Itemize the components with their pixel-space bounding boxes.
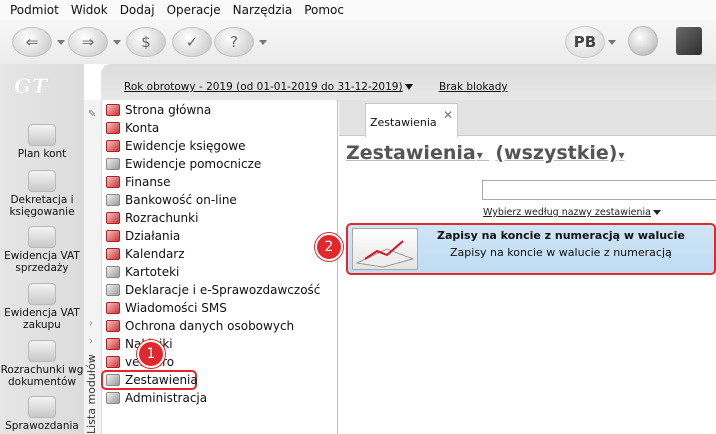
menu-operacje[interactable]: Operacje [161, 3, 227, 17]
globe-icon[interactable] [628, 26, 658, 56]
reports-list-icon [106, 374, 120, 386]
chevron-right-icon[interactable]: › [89, 354, 93, 365]
accounts-icon [106, 122, 120, 134]
label-icon [106, 338, 120, 350]
report-title: Zapisy na koncie z numeracją w walucie [437, 229, 685, 242]
report-thumbnail [352, 228, 418, 270]
module-wiadomosci-sms[interactable]: Wiadomości SMS [106, 299, 227, 317]
help-button[interactable]: ? [214, 26, 267, 58]
chart-of-accounts-icon [28, 124, 56, 146]
back-icon: ⇐ [12, 27, 52, 57]
module-dzialania[interactable]: Działania [106, 227, 180, 245]
menu-widok[interactable]: Widok [65, 3, 114, 17]
actions-icon [106, 230, 120, 242]
vat-sales-icon [28, 226, 56, 248]
lock-status-link[interactable]: Brak blokady [439, 81, 508, 93]
search-input[interactable] [482, 180, 716, 200]
pin-icon[interactable]: ✎ [88, 109, 96, 120]
chevron-down-icon: ▾ [618, 148, 625, 162]
user-caret-icon[interactable] [608, 40, 616, 45]
reports-icon [28, 396, 56, 418]
report-subtitle: Zapisy na koncie w walucie z numeracją [450, 246, 672, 259]
menu-bar: Podmiot Widok Dodaj Operacje Narzędzia P… [0, 0, 716, 20]
settlements-icon [106, 212, 120, 224]
finance-icon [106, 176, 120, 188]
menu-podmiot[interactable]: Podmiot [4, 3, 65, 17]
module-ewidencje-ksiegowe[interactable]: Ewidencje księgowe [106, 137, 246, 155]
posting-icon [28, 170, 56, 192]
module-ochrona-danych[interactable]: Ochrona danych osobowych [106, 317, 294, 335]
sms-icon [106, 302, 120, 314]
vat-purchase-icon [28, 283, 56, 305]
chevron-down-icon [404, 84, 413, 90]
module-bankowosc[interactable]: Bankowość on-line [106, 191, 237, 209]
search-mode-selector[interactable]: Wybierz według nazwy zestawienia [483, 207, 661, 218]
modules-strip-label: Lista modułów [85, 354, 98, 434]
coins-button[interactable]: $ [126, 26, 166, 58]
module-deklaracje[interactable]: Deklaracje i e-Sprawozdawczość [106, 281, 320, 299]
user-badge[interactable]: PB [565, 26, 605, 58]
page-title: Zestawienia▾ (wszystkie)▾ [346, 142, 625, 164]
callout-badge: 2 [315, 233, 343, 261]
ledger-icon [106, 140, 120, 152]
tasks-button[interactable]: ✓ [172, 26, 212, 58]
cube-icon[interactable] [676, 27, 702, 55]
forward-button[interactable]: ⇒ [68, 26, 121, 58]
forward-icon: ⇒ [68, 27, 108, 57]
bank-icon [106, 194, 120, 206]
sidebar-item-rozrachunki[interactable]: Rozrachunki wg dokumentów [0, 340, 84, 388]
callout-badge: 1 [137, 340, 165, 368]
chevron-down-icon: ▾ [476, 148, 483, 162]
admin-icon [106, 392, 120, 404]
chevron-down-icon [653, 210, 661, 215]
module-finanse[interactable]: Finanse [106, 173, 171, 191]
app-logo: GT [14, 74, 48, 98]
shield-icon [106, 320, 120, 332]
title-selector[interactable]: Zestawienia▾ [346, 142, 483, 164]
fiscal-year-selector[interactable]: Rok obrotowy - 2019 (od 01-01-2019 do 31… [124, 81, 413, 93]
coins-icon: $ [126, 27, 166, 57]
menu-narzedzia[interactable]: Narzędzia [227, 3, 299, 17]
sidebar-item-dekretacja[interactable]: Dekretacja i księgowanie [0, 170, 84, 218]
close-icon[interactable]: ✕ [443, 108, 453, 122]
module-strona-glowna[interactable]: Strona główna [106, 101, 211, 119]
tasks-icon: ✓ [172, 27, 212, 57]
declarations-icon [106, 284, 120, 296]
module-zestawienia[interactable]: Zestawienia [101, 370, 198, 390]
module-rozrachunki[interactable]: Rozrachunki [106, 209, 198, 227]
line-chart-icon [355, 240, 415, 268]
sidebar-item-vat-zakupu[interactable]: Ewidencja VAT zakupu [0, 283, 84, 331]
calendar-icon [106, 248, 120, 260]
module-kartoteki[interactable]: Kartoteki [106, 263, 179, 281]
help-icon: ? [214, 27, 254, 57]
settlements-icon [28, 340, 56, 362]
back-button[interactable]: ⇐ [12, 26, 65, 58]
module-ewidencje-pomocnicze[interactable]: Ewidencje pomocnicze [106, 155, 261, 173]
sidebar-item-plan-kont[interactable]: Plan kont [0, 124, 84, 160]
menu-dodaj[interactable]: Dodaj [114, 3, 161, 17]
module-kalendarz[interactable]: Kalendarz [106, 245, 185, 263]
menu-pomoc[interactable]: Pomoc [298, 3, 350, 17]
vendero-icon [106, 356, 120, 368]
filter-selector[interactable]: (wszystkie)▾ [495, 142, 624, 164]
module-administracja[interactable]: Administracja [106, 389, 207, 407]
auxiliary-records-icon [106, 158, 120, 170]
card-file-icon [106, 266, 120, 278]
chevron-right-icon[interactable]: › [89, 318, 93, 329]
home-icon [106, 104, 120, 116]
module-konta[interactable]: Konta [106, 119, 159, 137]
sidebar-item-sprawozdania[interactable]: Sprawozdania [0, 396, 84, 432]
chevron-right-icon[interactable]: › [89, 336, 93, 347]
sidebar-item-vat-sprzedazy[interactable]: Ewidencja VAT sprzedaży [0, 226, 84, 274]
